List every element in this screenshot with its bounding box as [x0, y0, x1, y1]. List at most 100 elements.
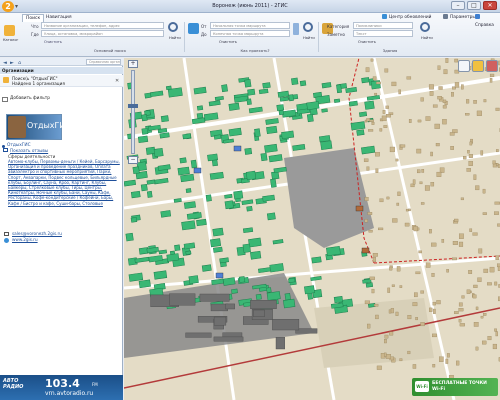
house[interactable]	[458, 319, 462, 323]
house[interactable]	[461, 84, 464, 90]
house[interactable]	[469, 228, 473, 232]
building[interactable]	[224, 200, 234, 210]
house[interactable]	[390, 308, 394, 314]
building[interactable]	[311, 256, 322, 264]
house[interactable]	[445, 358, 449, 364]
building[interactable]	[141, 114, 148, 122]
industrial-building[interactable]	[169, 293, 196, 306]
building[interactable]	[183, 201, 196, 209]
tab-search[interactable]: Поиск	[22, 14, 45, 22]
house[interactable]	[376, 81, 381, 85]
house[interactable]	[389, 146, 395, 153]
house[interactable]	[413, 226, 418, 232]
house[interactable]	[365, 67, 370, 73]
house[interactable]	[449, 132, 455, 136]
house[interactable]	[367, 212, 373, 215]
house[interactable]	[370, 58, 374, 62]
house[interactable]	[476, 110, 482, 116]
house[interactable]	[436, 300, 441, 305]
building[interactable]	[212, 227, 224, 237]
house[interactable]	[489, 73, 495, 77]
house[interactable]	[458, 308, 464, 312]
email-link[interactable]: sales@voronezh.2gis.ru	[12, 231, 62, 236]
filter-icon[interactable]	[2, 97, 8, 102]
house[interactable]	[385, 354, 391, 359]
house[interactable]	[420, 202, 425, 205]
building[interactable]	[196, 112, 204, 119]
industrial-building[interactable]	[272, 319, 300, 331]
house[interactable]	[416, 148, 422, 154]
house[interactable]	[387, 287, 391, 293]
industrial-building[interactable]	[213, 316, 227, 326]
house[interactable]	[495, 331, 498, 337]
industrial-building[interactable]	[213, 336, 244, 342]
house[interactable]	[379, 128, 383, 132]
house[interactable]	[472, 294, 477, 299]
category-input[interactable]: Поликлиники	[353, 22, 413, 29]
maximize-button[interactable]: □	[467, 1, 481, 10]
building[interactable]	[160, 115, 169, 123]
house[interactable]	[408, 119, 412, 123]
house[interactable]	[473, 322, 479, 327]
house[interactable]	[368, 129, 374, 132]
building[interactable]	[306, 101, 320, 111]
house[interactable]	[496, 149, 499, 153]
house[interactable]	[480, 150, 484, 156]
house[interactable]	[364, 219, 368, 223]
tab-navigation[interactable]: Навигация	[43, 14, 75, 22]
house[interactable]	[466, 168, 471, 172]
house[interactable]	[364, 197, 369, 201]
building[interactable]	[326, 245, 341, 257]
building[interactable]	[260, 152, 268, 162]
building[interactable]	[365, 282, 374, 288]
house[interactable]	[372, 253, 378, 257]
building[interactable]	[364, 100, 375, 110]
industrial-building[interactable]	[253, 309, 265, 317]
house[interactable]	[398, 89, 401, 95]
house[interactable]	[454, 218, 459, 222]
building[interactable]	[130, 217, 138, 223]
house[interactable]	[478, 248, 483, 254]
route-to-input[interactable]: Конечная точка маршрута	[210, 30, 290, 37]
industrial-building[interactable]	[199, 293, 230, 302]
industrial-building[interactable]	[210, 303, 228, 312]
house[interactable]	[407, 350, 411, 355]
house[interactable]	[371, 122, 375, 125]
forward-arrow-icon[interactable]: ►	[10, 60, 14, 66]
building[interactable]	[320, 140, 333, 151]
house[interactable]	[368, 229, 373, 233]
house[interactable]	[495, 107, 500, 111]
house[interactable]	[475, 185, 480, 191]
building[interactable]	[255, 293, 262, 300]
house[interactable]	[487, 282, 492, 286]
house[interactable]	[446, 269, 449, 273]
house[interactable]	[378, 227, 384, 231]
house[interactable]	[436, 171, 442, 177]
building[interactable]	[213, 134, 222, 140]
house[interactable]	[494, 201, 500, 205]
building[interactable]	[361, 77, 370, 84]
house[interactable]	[482, 340, 487, 345]
close-results-icon[interactable]: ✕	[115, 78, 119, 84]
building[interactable]	[190, 159, 198, 169]
building[interactable]	[166, 253, 180, 262]
print-icon[interactable]	[486, 60, 498, 72]
house[interactable]	[386, 196, 390, 200]
house[interactable]	[468, 270, 473, 274]
layers-icon[interactable]	[472, 60, 484, 72]
house[interactable]	[483, 313, 487, 316]
buildings-search-icon[interactable]	[420, 22, 430, 32]
industrial-building[interactable]	[225, 303, 235, 310]
catalog-icon[interactable]	[4, 25, 15, 36]
back-arrow-icon[interactable]: ◄	[3, 60, 7, 66]
house[interactable]	[442, 119, 447, 125]
poi-marker[interactable]	[361, 247, 370, 254]
building[interactable]	[160, 210, 172, 218]
building[interactable]	[153, 147, 164, 158]
building[interactable]	[228, 102, 240, 111]
house[interactable]	[495, 255, 500, 260]
building[interactable]	[244, 147, 253, 155]
building[interactable]	[183, 242, 196, 250]
house[interactable]	[420, 290, 424, 294]
building[interactable]	[288, 94, 294, 102]
